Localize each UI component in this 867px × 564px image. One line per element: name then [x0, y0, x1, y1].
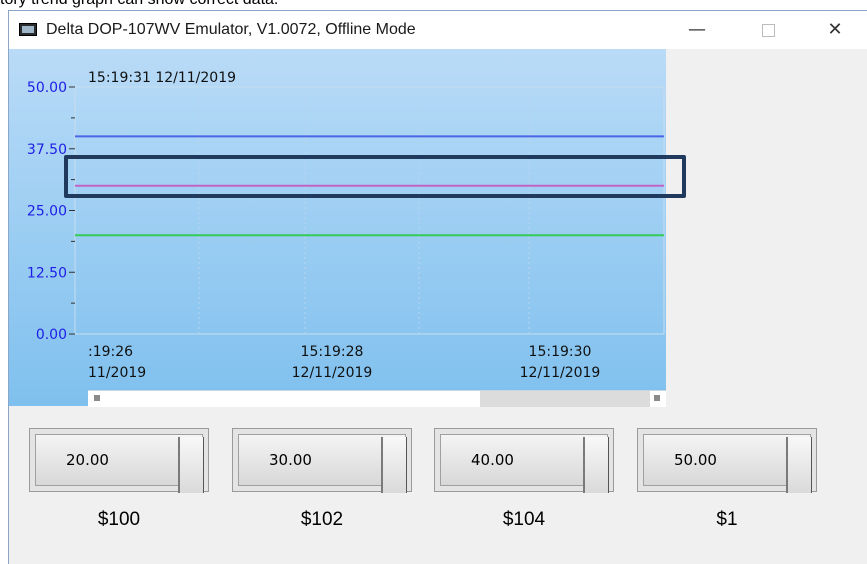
slider-thumb[interactable]: [786, 437, 812, 493]
x-tick-time: :19:26: [88, 344, 133, 360]
trend-graph: 50.00 37.50 25.00 12.50 0.00 15:19:31 12/11/2…: [9, 49, 666, 407]
slider-value: 30.00: [269, 451, 312, 469]
scroll-thumb[interactable]: [480, 391, 650, 407]
slider-value: 40.00: [471, 451, 514, 469]
slider-control[interactable]: 30.00: [232, 428, 412, 493]
trend-timestamp: 15:19:31 12/11/2019: [88, 70, 236, 86]
x-tick-date: 12/11/2019: [292, 365, 373, 381]
x-tick-date: 11/2019: [88, 365, 146, 381]
highlight-box: [64, 155, 686, 198]
close-button[interactable]: ✕: [812, 15, 858, 45]
trend-scrollbar[interactable]: [88, 390, 666, 407]
title-bar[interactable]: Delta DOP-107WV Emulator, V1.0072, Offli…: [9, 11, 867, 49]
scroll-right-icon[interactable]: [654, 395, 660, 401]
page-caption: tory trend graph can show correct data.: [0, 0, 278, 9]
slider-value: 20.00: [66, 451, 109, 469]
scroll-left-icon[interactable]: [94, 395, 100, 401]
y-tick-label: 37.50: [27, 142, 67, 158]
y-tick-label: 12.50: [27, 265, 67, 281]
y-tick-label: 25.00: [27, 204, 67, 220]
x-tick-time: 15:19:30: [529, 344, 592, 360]
plot-frame: [74, 86, 665, 335]
slider-thumb[interactable]: [583, 437, 609, 493]
slider-control[interactable]: 50.00: [637, 428, 817, 493]
slider-track[interactable]: 30.00: [238, 434, 407, 493]
slider-control[interactable]: 20.00: [29, 428, 209, 493]
trend-chart: 50.00 37.50 25.00 12.50 0.00 15:19:31 12/11/2…: [27, 70, 665, 381]
slider-address-label: $1: [716, 509, 738, 530]
x-tick-time: 15:19:28: [301, 344, 364, 360]
slider-control[interactable]: 40.00: [434, 428, 614, 493]
slider-address-label: $100: [97, 509, 141, 530]
slider-track[interactable]: 40.00: [440, 434, 609, 493]
slider-value: 50.00: [674, 451, 717, 469]
y-tick-label: 50.00: [27, 80, 67, 96]
monitor-icon: [19, 23, 37, 36]
slider-thumb[interactable]: [381, 437, 407, 493]
slider-track[interactable]: 20.00: [35, 434, 204, 493]
window-title: Delta DOP-107WV Emulator, V1.0072, Offli…: [46, 21, 416, 38]
x-tick-date: 12/11/2019: [520, 365, 601, 381]
slider-address-label: $102: [300, 509, 344, 530]
slider-address-label: $104: [502, 509, 546, 530]
y-tick-label: 0.00: [36, 327, 67, 343]
maximize-button[interactable]: [745, 15, 791, 45]
minimize-button[interactable]: —: [674, 15, 720, 45]
slider-thumb[interactable]: [178, 437, 204, 493]
maximize-icon: [761, 23, 775, 37]
slider-track[interactable]: 50.00: [643, 434, 812, 493]
